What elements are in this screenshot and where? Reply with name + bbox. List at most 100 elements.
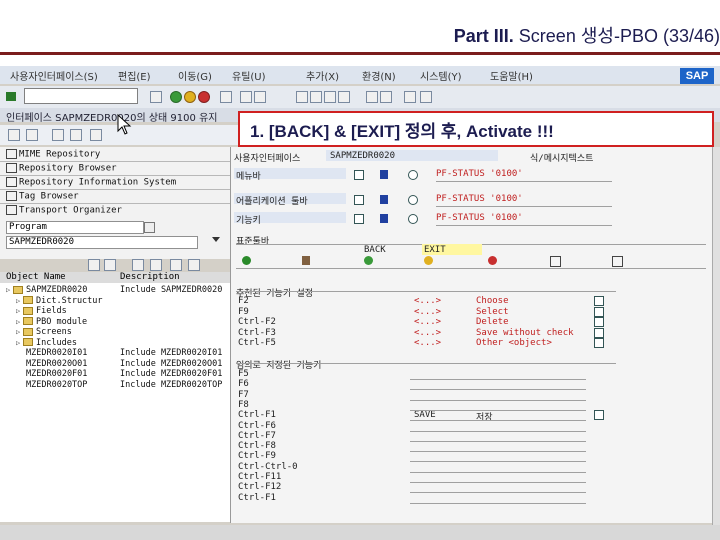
menu-item-help[interactable]: 도움말(H) [490, 68, 533, 83]
tree-row[interactable]: ▷ SAPMZEDR0020 [6, 285, 87, 295]
tree-row[interactable]: MZEDR0020F01 [26, 369, 87, 379]
back-code-field[interactable]: BACK [364, 245, 386, 255]
shortcut-icon[interactable] [380, 91, 392, 103]
tree-row[interactable]: MZEDR0020TOP [26, 380, 87, 390]
help-icon[interactable] [404, 91, 416, 103]
nav-item-transport[interactable]: Transport Organizer [6, 205, 122, 216]
save-function-code[interactable]: SAVE [414, 410, 436, 420]
object-type-dropdown-icon[interactable] [144, 222, 155, 233]
recommended-action[interactable]: Delete [476, 317, 509, 327]
find-next-icon[interactable] [254, 91, 266, 103]
object-name-input[interactable]: SAPMZEDR0020 [6, 236, 198, 249]
menu-item-goto[interactable]: 이동(G) [178, 68, 212, 83]
vertical-scrollbar[interactable] [712, 147, 720, 525]
layout-icon[interactable] [420, 91, 432, 103]
recommended-object[interactable]: <...> [414, 317, 441, 327]
tree-row[interactable]: ▷ Includes [16, 338, 77, 348]
link-icon[interactable] [408, 170, 418, 180]
display-change-icon[interactable] [8, 129, 20, 141]
expand-arrow-icon[interactable]: ▷ [6, 286, 11, 294]
menu-item-system[interactable]: 시스템(Y) [420, 68, 462, 83]
icon-button[interactable] [594, 296, 604, 306]
icon-button[interactable] [594, 410, 604, 420]
expand-icon[interactable] [354, 195, 364, 205]
nav-item-tag-browser[interactable]: Tag Browser [6, 191, 79, 202]
print-icon[interactable] [220, 91, 232, 103]
expand-icon[interactable] [354, 170, 364, 180]
new-session-icon[interactable] [366, 91, 378, 103]
nav-item-info-system[interactable]: Repository Information System [6, 177, 176, 188]
tree-prev-icon[interactable] [88, 259, 100, 271]
title-rule [0, 52, 720, 55]
activate-icon[interactable] [70, 129, 82, 141]
tree-row[interactable]: ▷ Screens [16, 327, 72, 337]
menu-item-environment[interactable]: 환경(N) [362, 68, 396, 83]
recommended-object[interactable]: <...> [414, 296, 441, 306]
save-icon[interactable] [150, 91, 162, 103]
app-toolbar-label[interactable]: 어플리케이션 툴바 [236, 194, 308, 207]
recommended-key: Ctrl-F5 [238, 338, 276, 348]
exit-code-field[interactable]: EXIT [424, 245, 446, 255]
recommended-action[interactable]: Save without check [476, 328, 574, 338]
tree-row[interactable]: MZEDR0020I01 [26, 348, 87, 358]
tree-next-icon[interactable] [104, 259, 116, 271]
icon-button[interactable] [594, 317, 604, 327]
recommended-action[interactable]: Select [476, 307, 509, 317]
back-icon[interactable] [170, 91, 182, 103]
info-icon[interactable] [380, 214, 388, 223]
test-icon[interactable] [90, 129, 102, 141]
function-keys-label[interactable]: 기능키 [236, 213, 261, 226]
check-icon[interactable] [52, 129, 64, 141]
object-type-select[interactable]: Program [6, 221, 144, 234]
expand-arrow-icon[interactable]: ▷ [16, 318, 21, 326]
find-icon[interactable] [240, 91, 252, 103]
prev-page-icon[interactable] [310, 91, 322, 103]
command-field[interactable] [24, 88, 138, 104]
info-icon[interactable] [380, 170, 388, 179]
expand-arrow-icon[interactable]: ▷ [16, 307, 21, 315]
icon-button[interactable] [594, 306, 604, 317]
last-page-icon[interactable] [338, 91, 350, 103]
repository-icon [6, 149, 17, 159]
cancel-icon[interactable] [198, 91, 210, 103]
column-description: Description [120, 272, 180, 282]
tree-expand-icon[interactable] [188, 259, 200, 271]
tree-row[interactable]: ▷ Fields [16, 306, 67, 316]
next-page-icon[interactable] [324, 91, 336, 103]
recommended-object[interactable]: <...> [414, 307, 441, 317]
menu-bar-label[interactable]: 메뉴바 [236, 169, 261, 182]
recommended-action[interactable]: Choose [476, 296, 509, 306]
menu-item-edit[interactable]: 편집(E) [118, 68, 151, 83]
expand-arrow-icon[interactable]: ▷ [16, 297, 21, 305]
menu-item-ui[interactable]: 사용자인터페이스(S) [10, 68, 98, 83]
info-icon[interactable] [380, 195, 388, 204]
icon-button[interactable] [594, 327, 604, 338]
free-key: F5 [238, 369, 249, 379]
tree-refresh-icon[interactable] [150, 259, 162, 271]
expand-arrow-icon[interactable]: ▷ [16, 339, 21, 347]
collapse-icon[interactable] [354, 214, 364, 224]
other-object-icon[interactable] [26, 129, 38, 141]
tree-collapse-icon[interactable] [170, 259, 182, 271]
recommended-action[interactable]: Other <object> [476, 338, 552, 348]
link-icon[interactable] [408, 195, 418, 205]
recommended-object[interactable]: <...> [414, 328, 441, 338]
chevron-down-icon[interactable] [212, 237, 220, 242]
recommended-object[interactable]: <...> [414, 338, 441, 348]
menu-item-utilities[interactable]: 유틸(U) [232, 68, 266, 83]
enter-icon[interactable] [6, 92, 16, 101]
expand-arrow-icon[interactable]: ▷ [16, 328, 21, 336]
nav-item-browser[interactable]: Repository Browser [6, 163, 117, 174]
exit-icon[interactable] [184, 91, 196, 103]
link-icon[interactable] [408, 214, 418, 224]
first-page-icon[interactable] [296, 91, 308, 103]
folder-icon [23, 317, 33, 325]
tree-row[interactable]: ▷ Dict.Structur [16, 296, 103, 306]
divider [236, 363, 616, 364]
tree-row[interactable]: MZEDR0020O01 [26, 359, 87, 369]
menu-item-extras[interactable]: 추가(X) [306, 68, 339, 83]
tree-row[interactable]: ▷ PBO module [16, 317, 87, 327]
nav-item-mime[interactable]: MIME Repository [6, 149, 100, 160]
tree-display-icon[interactable] [132, 259, 144, 271]
icon-button[interactable] [594, 338, 604, 348]
